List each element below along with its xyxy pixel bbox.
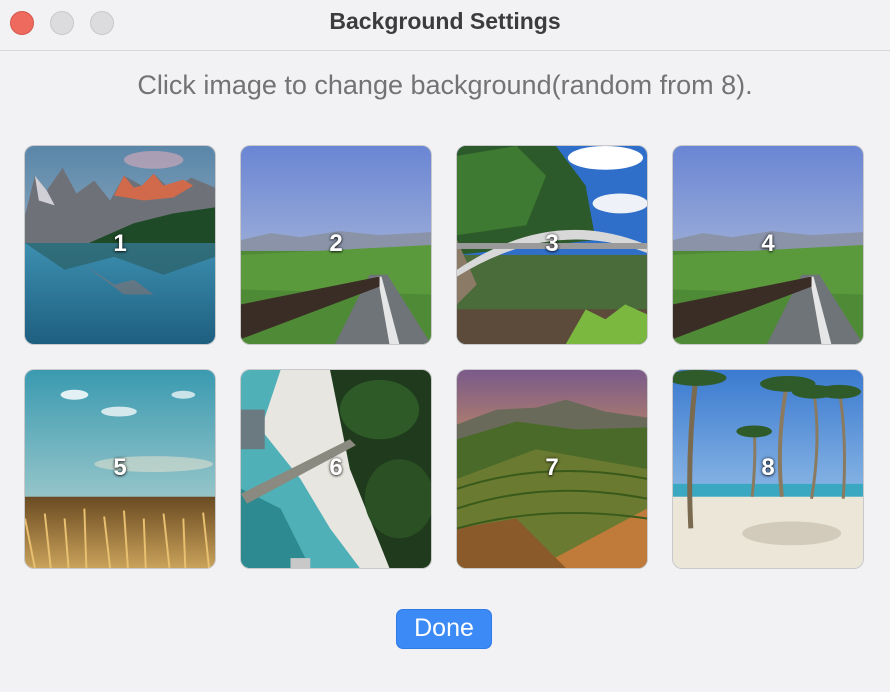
background-tile-8[interactable]: 8 xyxy=(672,369,864,569)
background-tile-1[interactable]: 1 xyxy=(24,145,216,345)
tile-number: 7 xyxy=(545,454,559,481)
background-tile-7[interactable]: 7 xyxy=(456,369,648,569)
tile-number: 3 xyxy=(545,230,559,257)
tile-number: 8 xyxy=(761,454,775,481)
background-tile-4[interactable]: 4 xyxy=(672,145,864,345)
instruction-text: Click image to change background(random … xyxy=(137,70,753,100)
tile-number: 2 xyxy=(329,230,343,257)
tile-number: 5 xyxy=(113,454,127,481)
tile-number: 1 xyxy=(113,230,127,257)
background-tile-6[interactable]: 6 xyxy=(240,369,432,569)
title-bar: Background Settings xyxy=(0,0,890,51)
tile-number: 6 xyxy=(329,454,343,481)
tile-number: 4 xyxy=(761,230,775,257)
window-title: Background Settings xyxy=(329,8,561,34)
background-tile-2[interactable]: 2 xyxy=(240,145,432,345)
background-tile-3[interactable]: 3 xyxy=(456,145,648,345)
background-tile-5[interactable]: 5 xyxy=(24,369,216,569)
background-settings-window: Background Settings Click image to chang… xyxy=(0,0,890,692)
done-button[interactable]: Done xyxy=(396,609,492,649)
